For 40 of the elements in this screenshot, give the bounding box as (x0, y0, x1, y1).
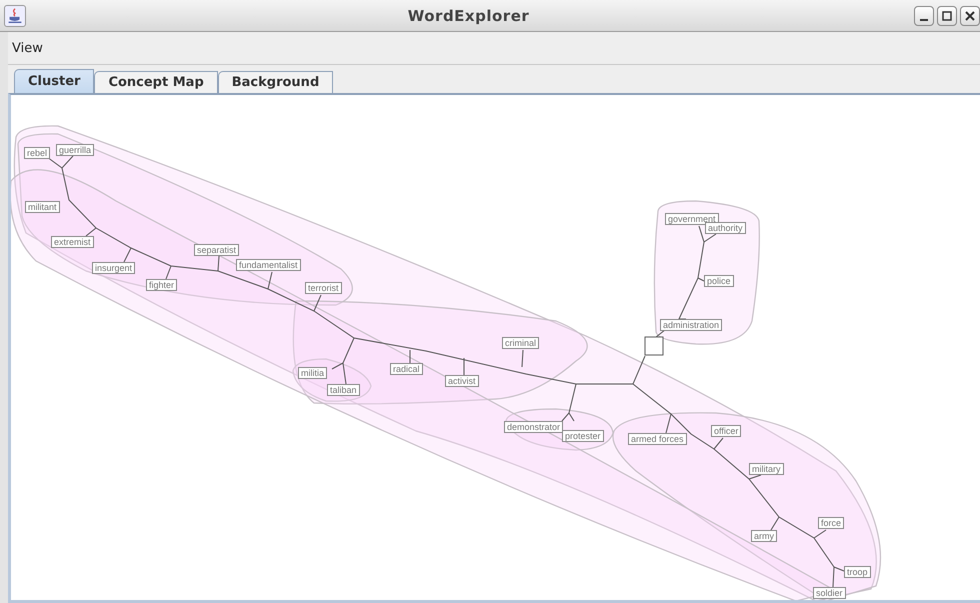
node-label: army (751, 530, 777, 542)
node-label: soldier (813, 587, 846, 599)
node-label: activist (445, 375, 479, 387)
node-label: separatist (194, 244, 240, 256)
node-label: demonstrator (504, 421, 564, 433)
node-label: armed forces (628, 433, 687, 445)
node-label: officer (711, 425, 742, 437)
node-label: militia (298, 367, 328, 379)
tab[interactable]: Background (218, 71, 334, 93)
close-icon (964, 10, 976, 22)
node-label: criminal (502, 337, 540, 349)
node-label: troop (844, 566, 871, 578)
minimize-button[interactable] (914, 6, 934, 26)
node-label: rebel (24, 147, 50, 159)
node-label: extremist (51, 236, 94, 248)
minimize-icon (920, 18, 928, 20)
node-label: protester (562, 430, 604, 442)
node-label: terrorist (305, 282, 342, 294)
node-label: government (665, 213, 719, 225)
node-label: authority (705, 222, 746, 234)
node-label: force (818, 517, 844, 529)
maximize-icon (941, 10, 953, 22)
root-node (644, 336, 664, 356)
menu-item[interactable]: View (8, 40, 47, 56)
tab[interactable]: Cluster (14, 69, 94, 93)
node-label: fundamentalist (236, 259, 301, 271)
coffee-cup-icon (4, 4, 26, 26)
node-label: guerrilla (56, 144, 94, 156)
node-label: administration (660, 319, 722, 331)
close-button[interactable] (960, 6, 980, 26)
node-label: militant (25, 201, 60, 213)
node-label: radical (390, 363, 423, 375)
node-label: military (749, 463, 784, 475)
maximize-button[interactable] (937, 6, 957, 26)
node-label: taliban (327, 384, 360, 396)
node-label: insurgent (92, 262, 136, 274)
window-title: WordExplorer (406, 6, 530, 24)
node-label: fighter (146, 279, 178, 291)
node-label: police (704, 275, 734, 287)
tab[interactable]: Concept Map (94, 71, 218, 93)
